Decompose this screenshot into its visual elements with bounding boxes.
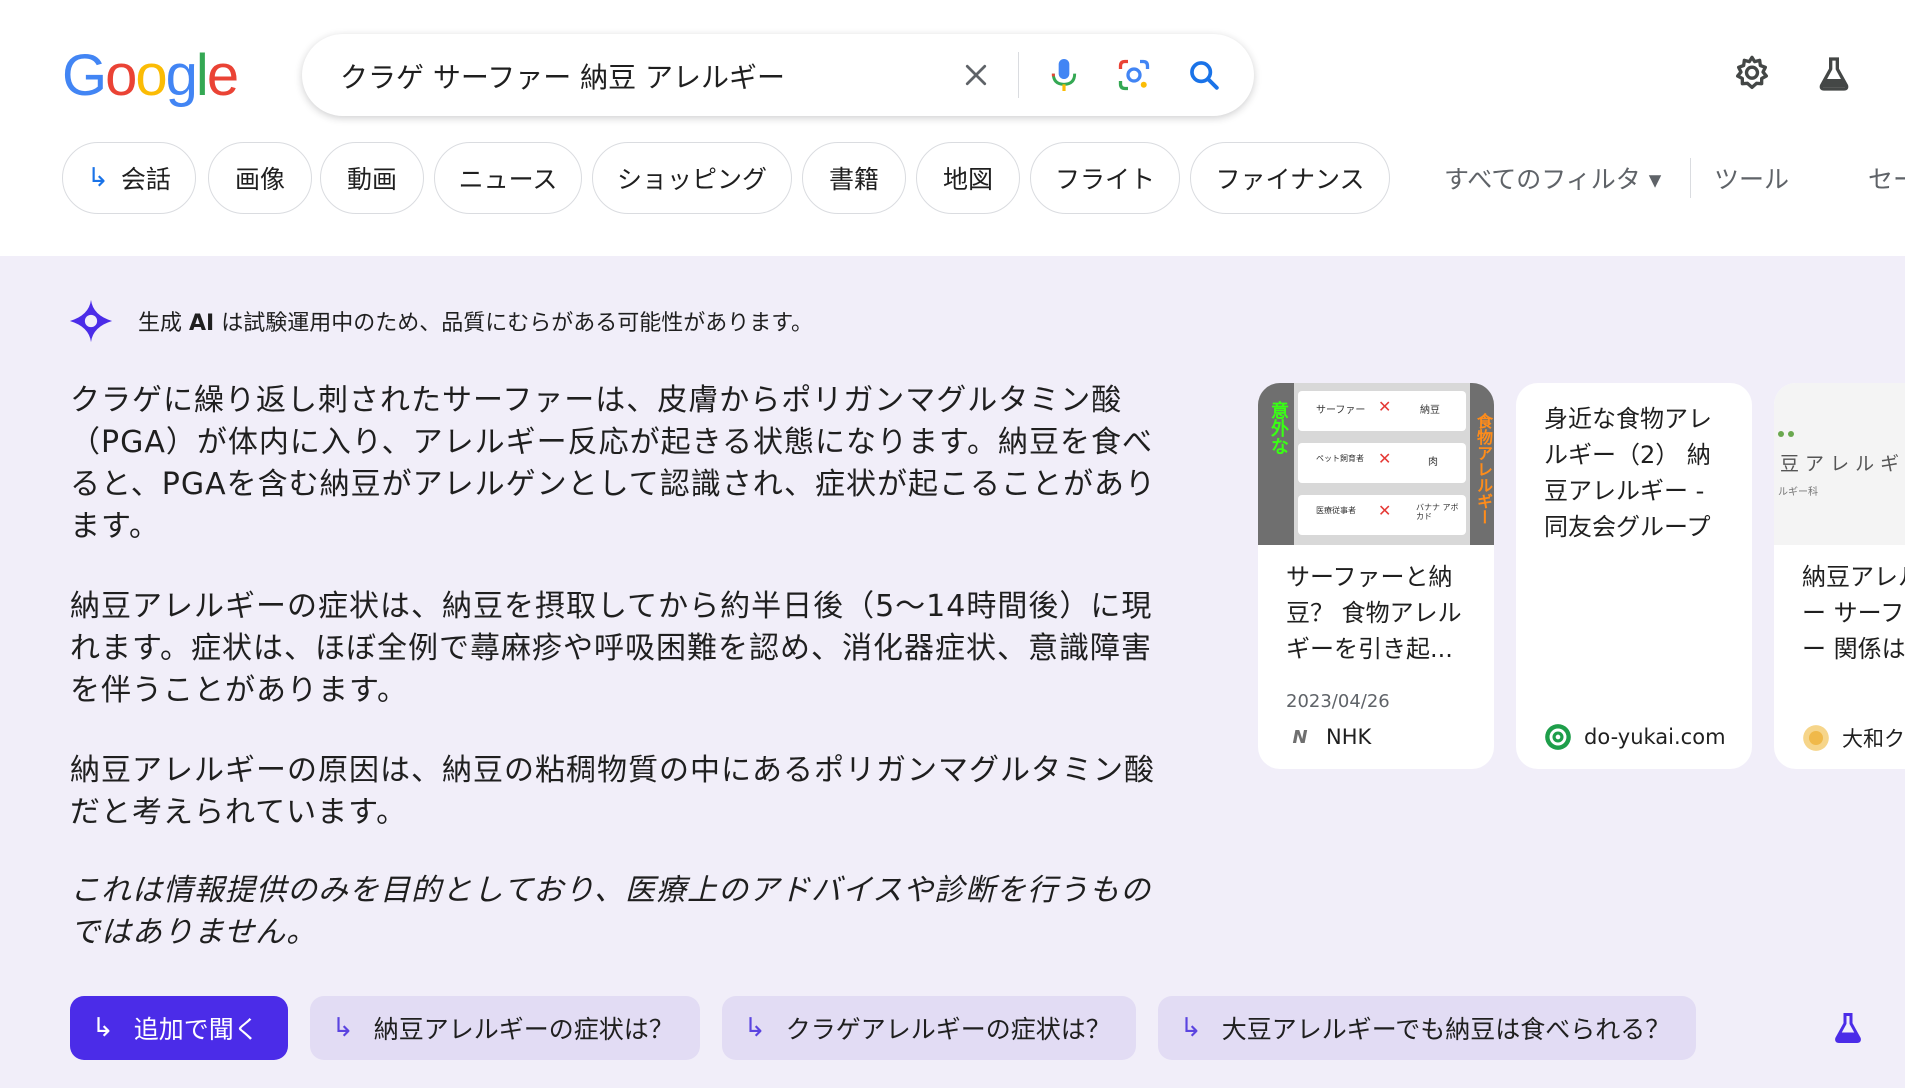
arrow-icon: ↳: [332, 1013, 354, 1043]
answer-paragraph-3: 納豆アレルギーの原因は、納豆の粘稠物質の中にあるポリガンマグルタミン酸だと考えら…: [70, 753, 1155, 830]
chip-videos[interactable]: 動画: [320, 142, 424, 214]
gear-icon[interactable]: [1730, 52, 1774, 96]
source-card-date: 2023/04/26: [1286, 691, 1390, 712]
source-card-site: N NHK: [1286, 723, 1371, 751]
thumbnail-image: 意外な 食物アレルギー サーファー ✕ 納豆 ペット飼育者 ✕ 肉 医療従事者 …: [1258, 383, 1494, 545]
chip-maps[interactable]: 地図: [916, 142, 1020, 214]
tools-button[interactable]: ツール: [1714, 160, 1789, 196]
google-logo[interactable]: Google: [62, 44, 239, 108]
medical-disclaimer: これは情報提供のみを目的としており、医療上のアドバイスや診断を行うものではありま…: [70, 873, 1152, 950]
chip-flights[interactable]: フライト: [1030, 142, 1180, 214]
search-input[interactable]: クラゲ サーファー 納豆 アレルギー: [340, 56, 785, 96]
safesearch-button[interactable]: セー: [1868, 160, 1905, 196]
search-box[interactable]: クラゲ サーファー 納豆 アレルギー: [302, 34, 1254, 116]
search-header: Google クラゲ サーファー 納豆 アレルギー ↳ 会話 画像 動画 ニュー…: [0, 0, 1905, 256]
ask-follow-up-button[interactable]: ↳ 追加で聞く: [70, 996, 288, 1060]
gemini-spark-icon: [69, 299, 113, 343]
search-icon[interactable]: [1184, 55, 1224, 95]
source-card-do-yukai[interactable]: 身近な食物アレルギー（2） 納豆アレルギー - 同友会グループ do-yukai…: [1516, 383, 1752, 769]
thumbnail-image: 豆 ア レ ル ギ ルギー科: [1774, 383, 1905, 545]
do-yukai-logo-icon: [1544, 723, 1572, 751]
lens-icon[interactable]: [1114, 55, 1154, 95]
source-card-title: 身近な食物アレルギー（2） 納豆アレルギー - 同友会グループ: [1544, 405, 1712, 541]
chip-news[interactable]: ニュース: [434, 142, 582, 214]
source-card-title: サーファーと納豆？ 食物アレルギーを引き起...: [1286, 563, 1462, 663]
chip-finance[interactable]: ファイナンス: [1190, 142, 1390, 214]
search-divider: [1018, 52, 1019, 98]
source-card-title: 納豆アレルギー サーファー 関係は？: [1802, 563, 1905, 663]
source-card-site: do-yukai.com: [1544, 723, 1726, 751]
chip-conversation[interactable]: ↳ 会話: [62, 142, 196, 214]
answer-paragraph-2: 納豆アレルギーの症状は、納豆を摂取してから約半日後（5〜14時間後）に現れます。…: [70, 589, 1153, 708]
filter-divider: [1690, 158, 1691, 198]
ai-header: 生成 AI は試験運用中のため、品質にむらがある可能性があります。: [68, 298, 813, 344]
yamato-logo-icon: [1802, 724, 1830, 752]
source-card-nhk[interactable]: 意外な 食物アレルギー サーファー ✕ 納豆 ペット飼育者 ✕ 肉 医療従事者 …: [1258, 383, 1494, 769]
labs-flask-icon[interactable]: [1830, 1010, 1866, 1046]
ai-overview: 生成 AI は試験運用中のため、品質にむらがある可能性があります。 クラゲに繰り…: [0, 256, 1905, 1088]
follow-up-jellyfish-symptoms[interactable]: ↳ クラゲアレルギーの症状は？: [722, 996, 1136, 1060]
source-card-yamato[interactable]: 豆 ア レ ル ギ ルギー科 納豆アレルギー サーファー 関係は？ 大和ク: [1774, 383, 1905, 769]
all-filters-dropdown[interactable]: すべてのフィルタ ▾: [1444, 160, 1661, 196]
follow-up-natto-symptoms[interactable]: ↳ 納豆アレルギーの症状は？: [310, 996, 700, 1060]
arrow-icon: ↳: [1180, 1013, 1202, 1043]
chip-books[interactable]: 書籍: [802, 142, 906, 214]
flask-icon[interactable]: [1812, 52, 1856, 96]
nhk-logo-icon: N: [1292, 726, 1308, 748]
mic-icon[interactable]: [1044, 55, 1084, 95]
arrow-icon: ↳: [744, 1013, 766, 1043]
ai-disclaimer: 生成 AI は試験運用中のため、品質にむらがある可能性があります。: [138, 311, 814, 336]
arrow-icon: ↳: [87, 163, 109, 193]
chip-images[interactable]: 画像: [208, 142, 312, 214]
arrow-icon: ↳: [92, 1013, 114, 1043]
answer-paragraph-1: クラゲに繰り返し刺されたサーファーは、皮膚からポリガンマグルタミン酸（PGA）が…: [70, 383, 1157, 544]
chip-shopping[interactable]: ショッピング: [592, 142, 792, 214]
close-icon[interactable]: [956, 55, 996, 95]
source-card-site: 大和ク: [1802, 723, 1905, 753]
follow-up-soy-natto[interactable]: ↳ 大豆アレルギーでも納豆は食べられる？: [1158, 996, 1696, 1060]
